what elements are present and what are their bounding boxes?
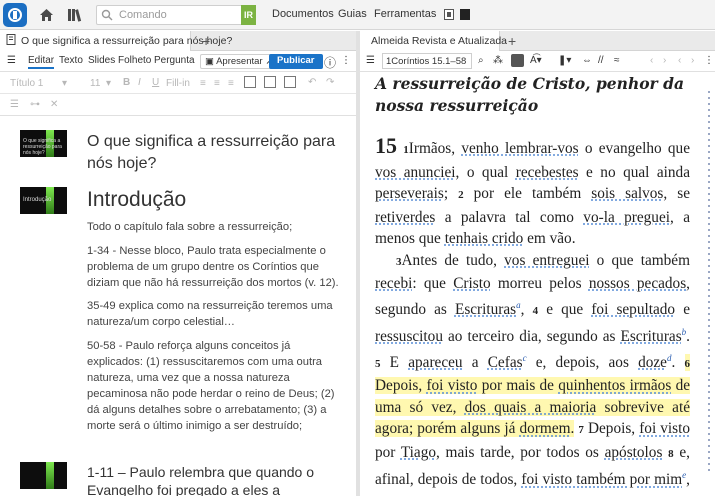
bible-pane: Almeida Revista e Atualizada + ☰ 1Corínt… (360, 31, 715, 496)
right-tab-bar: Almeida Revista e Atualizada + (360, 31, 715, 51)
panel-menu-icon[interactable]: ☰ (366, 55, 375, 66)
slide-heading-1: O que significa a ressurreição para nós … (87, 133, 336, 172)
panel-layout-dark-icon[interactable] (460, 9, 470, 20)
section-title: A ressurreição de Cristo, penhor da noss… (375, 74, 684, 115)
app-logo-icon (8, 8, 22, 22)
home-icon[interactable] (36, 5, 56, 25)
sermon-doc-icon (6, 34, 16, 48)
logos-logo-button[interactable] (3, 3, 27, 27)
bullet-list-icon[interactable] (244, 76, 256, 88)
visual-filter-icon[interactable]: ⁂ (493, 55, 503, 66)
history-forward-icon[interactable]: › (691, 55, 694, 66)
slide-thumbnail-1[interactable]: O que significa a ressurreição para nós … (20, 130, 67, 157)
parallel-columns-icon[interactable]: ❚▾ (558, 55, 571, 66)
top-bar: Comando IR Documentos Guias Ferramentas (0, 0, 715, 30)
info-icon[interactable]: ⓘ (324, 54, 336, 71)
font-size-select[interactable]: 11 (90, 78, 100, 89)
align-right-icon[interactable]: ≡ (228, 78, 234, 89)
highlight-tool-icon[interactable] (511, 54, 524, 67)
menu-documents[interactable]: Documentos (272, 8, 334, 20)
link-sets-icon[interactable]: // (598, 55, 604, 66)
paragraph-2: 1-34 - Nesse bloco, Paulo trata especial… (87, 245, 339, 289)
more-options-icon[interactable]: ⋮ (704, 55, 714, 66)
right-toolbar: ☰ 1Coríntios 15.1–58 ⌕ ⁂ A͡▾ ❚▾ ⇔ // ≈ ‹… (360, 51, 715, 72)
paragraph-4: 50-58 - Paulo reforça alguns conceitos j… (87, 340, 335, 432)
slide-heading-3: 1-11 – Paulo relembra que quando o Evang… (87, 464, 315, 496)
tool-handout[interactable]: Folheto (118, 55, 151, 66)
sermon-editor-pane: O que significa a ressurreição para nós … (0, 31, 356, 496)
tool-question[interactable]: Pergunta (154, 55, 195, 66)
checklist-icon[interactable]: ☰ (10, 99, 19, 110)
left-toolbar: ☰ Editar Texto Slides Folheto Pergunta ▣… (0, 51, 356, 72)
align-left-icon[interactable]: ≡ (200, 78, 206, 89)
slide-heading-2: Introdução (87, 188, 187, 211)
search-icon[interactable]: ⌕ (478, 55, 484, 66)
tab-sermon-label: O que significa a ressurreição para nós … (21, 35, 233, 47)
tab-sermon[interactable]: O que significa a ressurreição para nós … (0, 31, 232, 51)
underline-icon[interactable]: U (152, 77, 159, 88)
italic-icon[interactable]: I (138, 77, 141, 88)
tab-bible[interactable]: Almeida Revista e Atualizada (360, 31, 507, 51)
format-toolbar-2: ☰ ⊶ ✕ (0, 94, 356, 116)
tool-slides[interactable]: Slides (88, 55, 115, 66)
library-icon[interactable] (65, 5, 85, 25)
bible-text[interactable]: 15 1Irmãos, venho lembrar-vos o evangelh… (375, 133, 691, 496)
toggle-icon[interactable]: ⇔ (582, 55, 592, 66)
interlinear-icon[interactable]: ≈ (614, 55, 620, 66)
bible-scrollbar[interactable] (705, 91, 713, 471)
numbered-list-icon[interactable] (264, 76, 276, 88)
paragraph-3: 35-49 explica como na ressurreição terem… (87, 300, 333, 328)
style-select[interactable]: Título 1 (10, 78, 43, 89)
present-icon: ▣ (205, 56, 217, 67)
panel-menu-icon[interactable]: ☰ (7, 55, 16, 66)
present-button[interactable]: ▣ Apresentar ↗ (200, 54, 279, 69)
tool-text[interactable]: Texto (59, 55, 83, 66)
search-icon (101, 9, 113, 24)
sermon-document[interactable]: O que significa a ressurreição para nós … (0, 117, 356, 496)
font-size-chevron-icon[interactable]: ▾ (106, 78, 111, 89)
tool-edit[interactable]: Editar (28, 55, 55, 69)
next-icon[interactable]: › (663, 55, 666, 66)
reference-input[interactable]: 1Coríntios 15.1–58 (382, 53, 472, 69)
paragraph-1: Todo o capítulo fala sobre a ressurreiçã… (87, 221, 293, 233)
new-tab-plus-icon[interactable]: + (508, 33, 516, 49)
search-input[interactable]: Comando (119, 9, 167, 21)
history-back-icon[interactable]: ‹ (678, 55, 681, 66)
fill-in-button[interactable]: Fill-in (166, 78, 190, 89)
style-chevron-icon[interactable]: ▾ (62, 78, 67, 89)
search-go-button[interactable]: IR (241, 5, 256, 25)
prev-icon[interactable]: ‹ (650, 55, 653, 66)
command-search-box[interactable]: Comando IR (96, 5, 256, 25)
bold-icon[interactable]: B (123, 77, 130, 88)
slide-thumbnail-3[interactable] (20, 462, 67, 489)
text-options-icon[interactable]: A͡▾ (530, 55, 542, 66)
undo-icon[interactable]: ↶ (308, 77, 316, 88)
publish-button[interactable]: Publicar (269, 54, 323, 69)
clear-format-icon[interactable]: ✕ (50, 99, 58, 110)
menu-guides[interactable]: Guias (338, 8, 367, 20)
new-tab-plus-icon[interactable]: + (202, 33, 210, 49)
panel-layout-icon[interactable] (444, 9, 454, 20)
more-options-icon[interactable]: ⋮ (341, 55, 351, 66)
menu-tools[interactable]: Ferramentas (374, 8, 436, 20)
tab-bible-label: Almeida Revista e Atualizada (371, 35, 507, 47)
format-toolbar: Título 1 ▾ 11 ▾ B I U Fill-in ≡ ≡ ≡ ↶ ↷ (0, 72, 356, 94)
redo-icon[interactable]: ↷ (326, 77, 334, 88)
align-center-icon[interactable]: ≡ (214, 78, 220, 89)
link-icon[interactable]: ⊶ (30, 99, 40, 110)
left-tab-bar: O que significa a ressurreição para nós … (0, 31, 356, 51)
indent-icon[interactable] (284, 76, 296, 88)
slide-thumbnail-2[interactable]: Introdução (20, 187, 67, 214)
chapter-number: 15 (375, 133, 397, 158)
